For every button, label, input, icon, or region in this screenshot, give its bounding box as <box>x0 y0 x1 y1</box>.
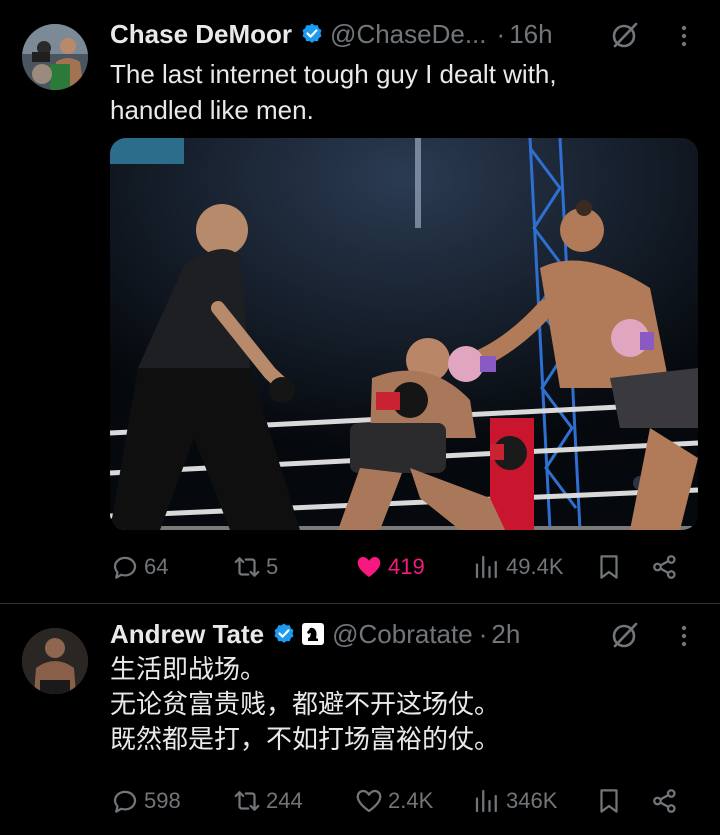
views-button[interactable]: 346K <box>472 786 557 816</box>
view-count: 49.4K <box>506 554 564 579</box>
like-button[interactable]: 2.4K <box>354 786 433 816</box>
separator-dot: · <box>496 18 506 49</box>
share-icon <box>653 789 676 813</box>
tweet-text: The last internet tough guy I dealt with… <box>110 56 700 128</box>
grok-icon[interactable] <box>610 620 640 655</box>
tweet-text-line: The last internet tough guy I dealt with… <box>110 59 557 89</box>
chess-knight-icon[interactable] <box>302 623 325 645</box>
repost-count: 5 <box>266 554 279 579</box>
tweet-actions: 64 5 419 49.4K <box>110 552 690 582</box>
tweet-header: Andrew Tate @Cobratate · 2h <box>110 616 520 652</box>
tweet-text-line: 既然都是打，不如打场富裕的仗。 <box>110 724 501 754</box>
views-button[interactable]: 49.4K <box>472 552 564 582</box>
reply-button[interactable]: 64 <box>110 552 168 582</box>
author-handle[interactable]: @Cobratate <box>332 619 473 650</box>
tweet-text-line: handled like men. <box>110 95 314 125</box>
like-count: 2.4K <box>388 788 434 813</box>
avatar[interactable] <box>22 24 88 90</box>
author-name[interactable]: Chase DeMoor <box>110 19 292 50</box>
repost-icon <box>234 791 260 811</box>
repost-button[interactable]: 5 <box>232 552 278 582</box>
author-name[interactable]: Andrew Tate <box>110 619 264 650</box>
share-button[interactable] <box>650 552 684 582</box>
reply-count: 598 <box>144 788 181 813</box>
views-icon <box>475 555 497 579</box>
bookmark-icon <box>600 789 618 813</box>
like-button[interactable]: 419 <box>354 552 425 582</box>
timestamp[interactable]: 16h <box>509 19 552 50</box>
tweet-text: 生活即战场。 无论贫富贵贱，都避不开这场仗。 既然都是打，不如打场富裕的仗。 <box>110 652 700 757</box>
grok-icon[interactable] <box>610 20 640 55</box>
reply-button[interactable]: 598 <box>110 786 181 816</box>
avatar[interactable] <box>22 628 88 694</box>
like-count: 419 <box>388 554 425 579</box>
verified-badge-icon <box>272 622 296 646</box>
views-icon <box>475 789 497 813</box>
reply-icon <box>113 790 137 813</box>
tweet-header: Chase DeMoor @ChaseDe... · 16h <box>110 16 553 52</box>
repost-icon <box>234 557 260 577</box>
more-vertical-icon[interactable] <box>676 624 692 653</box>
bookmark-icon <box>600 555 618 579</box>
tweet[interactable]: Andrew Tate @Cobratate · 2h 生活即战场。 无论贫富贵… <box>0 603 720 835</box>
tweet-text-line: 生活即战场。 <box>110 654 267 684</box>
heart-icon <box>356 789 382 813</box>
tweet[interactable]: Chase DeMoor @ChaseDe... · 16h The last … <box>0 0 720 603</box>
share-button[interactable] <box>650 786 684 816</box>
tweet-actions: 598 244 2.4K 346K <box>110 786 690 816</box>
repost-count: 244 <box>266 788 303 813</box>
bookmark-button[interactable] <box>594 786 628 816</box>
view-count: 346K <box>506 788 558 813</box>
reply-count: 64 <box>144 554 169 579</box>
timestamp[interactable]: 2h <box>491 619 520 650</box>
more-vertical-icon[interactable] <box>676 24 692 53</box>
bookmark-button[interactable] <box>594 552 628 582</box>
reply-icon <box>113 556 137 579</box>
separator-dot: · <box>478 618 488 649</box>
author-handle[interactable]: @ChaseDe... <box>330 19 486 50</box>
tweet-text-line: 无论贫富贵贱，都避不开这场仗。 <box>110 689 501 719</box>
tweet-media-photo[interactable] <box>110 138 698 530</box>
share-icon <box>653 555 676 579</box>
heart-icon <box>357 557 381 577</box>
verified-badge-icon <box>300 22 324 46</box>
repost-button[interactable]: 244 <box>232 786 303 816</box>
